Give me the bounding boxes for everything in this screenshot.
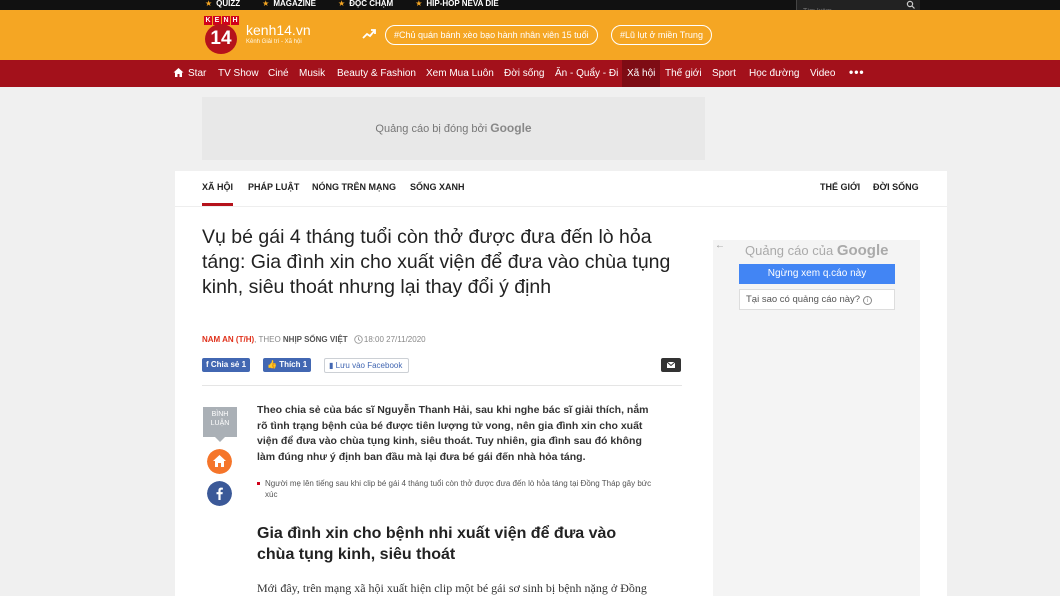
source-prefix: , THEO: [254, 335, 281, 344]
category-xa-hoi[interactable]: XÃ HỘI: [202, 171, 234, 206]
article-title: Vụ bé gái 4 tháng tuổi còn thở được đưa …: [202, 226, 671, 298]
top-links: ★ QUIZZ ★ MAGAZINE ★ ĐỌC CHẬM ★ HIP-HOP NEVA…: [205, 0, 521, 9]
info-icon: i: [863, 296, 873, 305]
home-icon[interactable]: [173, 67, 184, 78]
clock-icon: [354, 335, 363, 344]
back-arrow-icon[interactable]: ←: [715, 240, 725, 251]
ad-side-label: Quảng cáo của: [745, 243, 834, 258]
trending-icon: [362, 29, 376, 39]
category-the-gioi[interactable]: THẾ GIỚI: [820, 171, 860, 206]
like-label: Thích 1: [279, 360, 308, 369]
nav-item-the-gioi[interactable]: Thế giới: [665, 60, 702, 87]
mail-icon: [666, 361, 676, 368]
top-link-hiphop[interactable]: HIP-HOP NEVA DIE: [426, 0, 498, 9]
nav-item-doi-song[interactable]: Đời sống: [504, 60, 544, 87]
nav-item-tvshow[interactable]: TV Show: [218, 60, 259, 87]
site-header: K E N H 14 kenh14.vn Kênh Giải trí - Xã …: [0, 10, 1060, 60]
ad-closed-label: Quảng cáo bị đóng bởi: [375, 123, 488, 135]
divider: [202, 385, 682, 386]
nav-item-xa-hoi[interactable]: Xã hội: [622, 60, 661, 87]
top-link-magazine[interactable]: MAGAZINE: [273, 0, 316, 9]
article-body: Mới đây, trên mạng xã hội xuất hiện clip…: [257, 581, 647, 595]
thumbs-up-icon: 👍: [267, 360, 280, 369]
ad-side: ← Quảng cáo của Google Ngừng xem q.cáo n…: [713, 240, 920, 596]
nav-item-an-quay-di[interactable]: Ăn - Quẩy - Đi: [555, 60, 618, 87]
nav-item-star[interactable]: Star: [188, 60, 206, 87]
category-bar: XÃ HỘI PHÁP LUẬT NÓNG TRÊN MẠNG SỐNG XAN…: [175, 171, 947, 207]
logo-number: 14: [205, 24, 237, 54]
trending-tag-2[interactable]: #Lũ lụt ở miền Trung: [611, 25, 712, 45]
trending-tag-1[interactable]: #Chủ quán bánh xèo bạo hành nhân viên 15…: [385, 25, 598, 45]
top-bar: ★ QUIZZ ★ MAGAZINE ★ ĐỌC CHẬM ★ HIP-HOP NEVA…: [0, 0, 1060, 17]
related-article-link[interactable]: Người mẹ lên tiếng sau khi clip bé gái 4…: [257, 478, 657, 500]
email-share-button[interactable]: [661, 358, 681, 372]
nav-item-xem-mua-luon[interactable]: Xem Mua Luôn: [426, 60, 494, 87]
google-brand: Google: [490, 121, 532, 135]
nav-item-hoc-duong[interactable]: Học đường: [749, 60, 800, 87]
comment-button[interactable]: BÌNH LUẬN: [203, 407, 237, 442]
article-subheading: Gia đình xin cho bệnh nhi xuất viện để đ…: [257, 525, 617, 563]
ad-banner-top: Quảng cáo bị đóng bởi Google: [202, 97, 705, 160]
logo-letter: K: [204, 16, 212, 25]
nav-item-cine[interactable]: Ciné: [268, 60, 289, 87]
star-icon: ★: [338, 0, 346, 8]
google-brand: Google: [836, 242, 889, 259]
facebook-round-icon[interactable]: [207, 481, 232, 506]
search-box: [796, 0, 920, 17]
save-to-facebook-button[interactable]: ▮ Lưu vào Facebook: [324, 358, 410, 373]
site-logo[interactable]: K E N H 14: [204, 16, 240, 54]
facebook-like-button[interactable]: 👍 Thích 1: [263, 358, 312, 372]
nav-item-musik[interactable]: Musik: [299, 60, 325, 87]
star-icon: ★: [262, 0, 270, 8]
article-source[interactable]: NHỊP SỐNG VIỆT: [283, 335, 348, 344]
search-icon[interactable]: [906, 0, 916, 10]
more-menu-icon[interactable]: •••: [849, 60, 865, 85]
facebook-share-button[interactable]: f Chia sẻ 1: [202, 358, 251, 372]
site-name[interactable]: kenh14.vn: [246, 22, 311, 38]
home-share-icon[interactable]: [207, 449, 232, 474]
save-label: Lưu vào Facebook: [335, 361, 403, 370]
bookmark-icon: ▮: [329, 361, 336, 370]
article-time: 18:00 27/11/2020: [363, 335, 426, 344]
top-link-doc-cham[interactable]: ĐỌC CHẬM: [349, 0, 393, 9]
why-ad-label: Tại sao có quảng cáo này?: [746, 294, 861, 305]
nav-item-video[interactable]: Video: [810, 60, 835, 87]
stop-ad-button[interactable]: Ngừng xem q.cáo này: [739, 264, 895, 284]
star-icon: ★: [205, 0, 213, 8]
ad-side-header: Quảng cáo của Google: [745, 242, 888, 259]
star-icon: ★: [415, 0, 423, 8]
article-meta: NAM AN (T/H), THEO NHỊP SỐNG VIỆT 18:00 …: [202, 335, 426, 344]
ad-closed-text: Quảng cáo bị đóng bởi Google: [202, 121, 705, 135]
category-nong-tren-mang[interactable]: NÓNG TRÊN MẠNG: [312, 171, 396, 206]
category-doi-song[interactable]: ĐỜI SỐNG: [873, 171, 919, 206]
why-this-ad-button[interactable]: Tại sao có quảng cáo này? i: [739, 289, 895, 310]
site-tagline: Kênh Giải trí - Xã hội: [246, 39, 302, 45]
category-song-xanh[interactable]: SỐNG XANH: [410, 171, 465, 206]
article-author[interactable]: NAM AN (T/H): [202, 335, 254, 344]
logo-letter: H: [231, 16, 239, 25]
nav-item-sport[interactable]: Sport: [712, 60, 736, 87]
main-nav: Star TV Show Ciné Musik Beauty & Fashion…: [0, 60, 1060, 87]
top-link-quizz[interactable]: QUIZZ: [216, 0, 240, 9]
share-label: Chia sẻ 1: [210, 360, 247, 369]
category-phap-luat[interactable]: PHÁP LUẬT: [248, 171, 299, 206]
article-sapo: Theo chia sẻ của bác sĩ Nguyễn Thanh Hải…: [257, 404, 649, 463]
nav-item-beauty-fashion[interactable]: Beauty & Fashion: [337, 60, 416, 87]
